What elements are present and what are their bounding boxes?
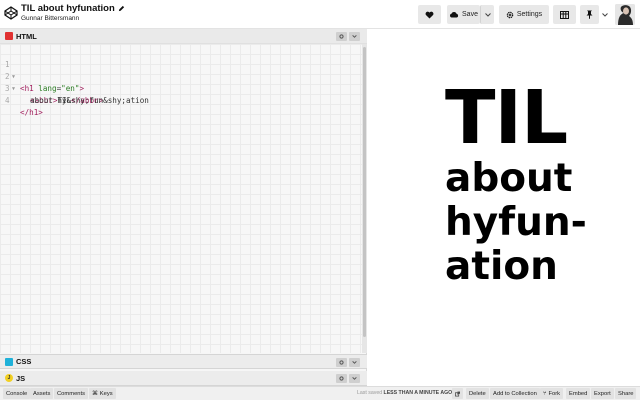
preview-text-line: about: [445, 156, 573, 201]
pin-icon: [586, 10, 593, 19]
love-button[interactable]: [418, 5, 441, 24]
html-badge-icon: [5, 32, 13, 40]
gear-icon: [339, 376, 344, 381]
last-saved-prefix: Last saved: [357, 390, 383, 396]
css-options-button[interactable]: [349, 358, 360, 367]
js-panel-header[interactable]: J JS: [0, 371, 367, 386]
code-line: 1 ▼ <h1 lang="en">: [0, 47, 84, 93]
settings-button[interactable]: Settings: [499, 5, 549, 24]
editor-column: HTML 1 ▼ <h1 lang="en"> 2 ▼ <abbr>TIL</a…: [0, 29, 367, 386]
css-settings-button[interactable]: [336, 358, 347, 367]
add-to-collection-label: Add to Collection: [493, 390, 537, 397]
top-bar: TIL about hyfunation Gunnar Bittersmann …: [0, 0, 640, 29]
fork-icon: ⑂: [543, 390, 547, 397]
pen-title[interactable]: TIL about hyfunation: [21, 3, 115, 14]
author-name[interactable]: Gunnar Bittersmann: [21, 15, 125, 22]
chevron-down-icon: [352, 361, 357, 364]
external-link-icon: [455, 391, 460, 396]
chevron-down-icon: [352, 35, 357, 38]
assets-button[interactable]: Assets: [30, 388, 54, 399]
chevron-down-icon: [484, 12, 491, 17]
css-badge-icon: [5, 357, 13, 366]
add-to-collection-button[interactable]: Add to Collection: [490, 388, 540, 399]
heart-icon: [425, 11, 434, 19]
code-token: "en": [61, 84, 80, 93]
js-options-button[interactable]: [349, 374, 360, 383]
js-badge-icon: J: [5, 374, 13, 382]
last-saved-value: LESS THAN A MINUTE AGO: [383, 390, 453, 396]
keys-button[interactable]: ⌘ Keys: [89, 388, 116, 399]
html-code-editor[interactable]: 1 ▼ <h1 lang="en"> 2 ▼ <abbr>TIL</abbr> …: [0, 44, 362, 353]
css-panel-header[interactable]: CSS: [0, 354, 367, 369]
editor-scrollbar[interactable]: [362, 44, 367, 353]
comments-button[interactable]: Comments: [54, 388, 89, 399]
bottom-bar: Console Assets Comments ⌘ Keys Last save…: [0, 386, 640, 400]
delete-button[interactable]: Delete: [466, 388, 489, 399]
html-panel-label: HTML: [16, 31, 37, 41]
preview-text-line: ation: [445, 244, 558, 289]
console-button[interactable]: Console: [3, 388, 31, 399]
chevron-down-icon: [601, 12, 608, 17]
preview-abbr: TIL: [445, 75, 568, 161]
chevron-down-icon: [352, 377, 357, 380]
comments-label: Comments: [57, 390, 86, 397]
preview-heading: TIL about hyfun- ation: [445, 79, 587, 289]
pin-button[interactable]: [580, 5, 599, 24]
layout-icon: [560, 10, 569, 19]
save-label: Save: [462, 11, 478, 18]
embed-label: Embed: [569, 390, 588, 397]
fork-button[interactable]: ⑂ Fork: [540, 388, 564, 399]
line-number: 4: [5, 96, 10, 105]
code-token: lang: [33, 84, 57, 93]
html-panel-header[interactable]: HTML: [0, 29, 367, 44]
save-button[interactable]: Save: [447, 5, 480, 24]
codepen-logo-icon[interactable]: [4, 6, 18, 20]
share-label: Share: [618, 390, 634, 397]
scrollbar-thumb[interactable]: [363, 47, 366, 337]
last-saved-status: Last saved LESS THAN A MINUTE AGO: [357, 390, 452, 396]
js-settings-button[interactable]: [336, 374, 347, 383]
gear-icon: [339, 360, 344, 365]
gear-icon: [506, 11, 514, 18]
html-options-button[interactable]: [349, 32, 360, 41]
delete-label: Delete: [469, 390, 486, 397]
result-preview[interactable]: TIL about hyfun- ation: [373, 29, 640, 386]
console-label: Console: [6, 390, 28, 397]
preview-text-line: hyfun-: [445, 200, 587, 245]
code-token: about hy&shy;fun&shy;ation: [30, 96, 149, 105]
fork-label: Fork: [548, 390, 561, 397]
open-external-button[interactable]: [452, 388, 463, 399]
pencil-icon[interactable]: [118, 5, 125, 12]
gear-icon: [339, 34, 344, 39]
command-key-icon: ⌘: [92, 390, 98, 397]
save-options-button[interactable]: [480, 5, 494, 24]
code-token: </h1>: [20, 108, 43, 117]
share-button[interactable]: Share: [615, 388, 637, 399]
assets-label: Assets: [33, 390, 51, 397]
export-label: Export: [594, 390, 611, 397]
css-panel-label: CSS: [16, 357, 32, 366]
change-view-button[interactable]: [553, 5, 576, 24]
code-token: >: [79, 84, 85, 93]
user-avatar[interactable]: [615, 4, 635, 25]
code-line: 4 </h1>: [0, 83, 43, 117]
code-line: 3 about hy&shy;fun&shy;ation: [0, 71, 149, 105]
embed-button[interactable]: Embed: [566, 388, 591, 399]
js-panel-label: JS: [16, 373, 26, 383]
cloud-icon: [450, 11, 459, 18]
settings-label: Settings: [516, 11, 543, 18]
export-button[interactable]: Export: [591, 388, 614, 399]
keys-label: Keys: [99, 390, 113, 397]
html-settings-button[interactable]: [336, 32, 347, 41]
code-line: 2 ▼ <abbr>TIL</abbr>: [0, 59, 103, 105]
pin-options-button[interactable]: [599, 5, 610, 24]
